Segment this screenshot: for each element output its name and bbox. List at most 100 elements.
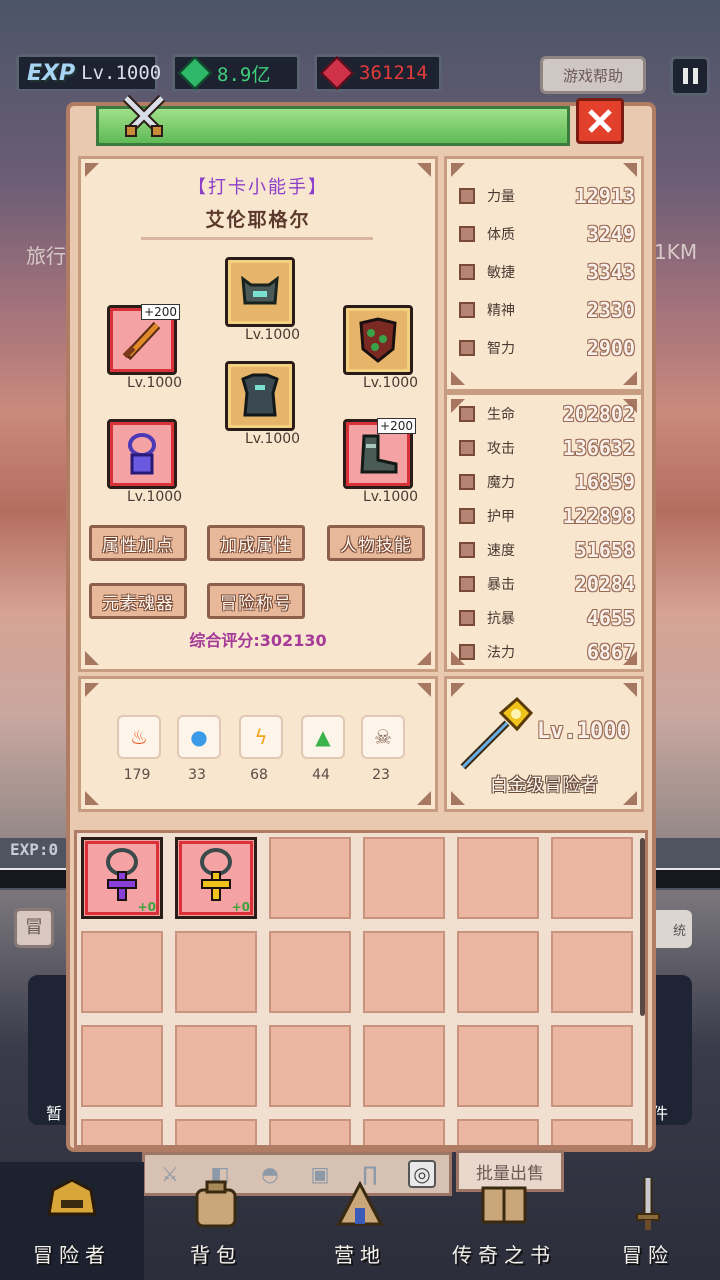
- hero-card: 【打卡小能手】 艾伦耶格尔 +200 Lv.1000 Lv.1000 Lv.10…: [78, 156, 438, 672]
- inventory-empty-slot[interactable]: [175, 931, 257, 1013]
- inventory-empty-slot[interactable]: [81, 1025, 163, 1107]
- equip-slot-shield[interactable]: [343, 305, 413, 375]
- rank-name: 白金级冒险者: [490, 775, 598, 796]
- inventory-grid: +0 +0: [74, 830, 648, 1148]
- green-currency-value: 8.9亿: [217, 63, 271, 86]
- wand-icon: [459, 474, 475, 490]
- stat-row-magic: 魔力 16859: [459, 467, 635, 497]
- stat-row-armor: 护甲 122898: [459, 501, 635, 531]
- red-gem-icon: [320, 56, 354, 90]
- side-button-left[interactable]: 冒: [14, 908, 54, 948]
- inventory-empty-slot[interactable]: [457, 1025, 539, 1107]
- necklace-level: Lv.1000: [127, 489, 183, 505]
- inventory-empty-slot[interactable]: [363, 1119, 445, 1145]
- earth-icon: ▲: [301, 715, 345, 759]
- stat-name: 攻击: [487, 441, 515, 457]
- inventory-empty-slot[interactable]: [551, 1119, 633, 1145]
- nav-adventurer[interactable]: 冒险者: [0, 1162, 144, 1280]
- helmet-level: Lv.1000: [245, 327, 301, 343]
- armor-level: Lv.1000: [245, 431, 301, 447]
- stat-name: 抗暴: [487, 611, 515, 627]
- element-soul-button[interactable]: 元素魂器: [89, 583, 187, 619]
- equip-slot-necklace[interactable]: [107, 419, 177, 489]
- stat-row-strength: 力量 12913: [459, 181, 635, 211]
- stat-row-constitution: 体质 3249: [459, 219, 635, 249]
- crit-icon: [459, 576, 475, 592]
- skull-icon: ☠: [361, 715, 405, 759]
- inventory-empty-slot[interactable]: [363, 837, 445, 919]
- inventory-scrollbar[interactable]: [640, 838, 645, 1016]
- travel-label: 旅行: [26, 244, 66, 268]
- lightning-icon: ϟ: [239, 715, 283, 759]
- side-button-right-label: 统: [672, 923, 686, 939]
- inventory-item[interactable]: +0: [81, 837, 163, 919]
- pause-button[interactable]: [670, 56, 710, 96]
- heart-icon: [459, 226, 475, 242]
- inventory-empty-slot[interactable]: [457, 931, 539, 1013]
- shield-stat-icon: [459, 508, 475, 524]
- water-icon: ●: [177, 715, 221, 759]
- character-skills-button[interactable]: 人物技能: [327, 525, 425, 561]
- stat-name: 体质: [487, 227, 515, 243]
- rank-card: Lv.1000 白金级冒险者: [444, 676, 644, 812]
- stat-value: 20284: [574, 572, 635, 596]
- inventory-empty-slot[interactable]: [551, 837, 633, 919]
- inventory-empty-slot[interactable]: [175, 1025, 257, 1107]
- inventory-empty-slot[interactable]: [269, 837, 351, 919]
- stat-name: 护甲: [487, 509, 515, 525]
- inventory-empty-slot[interactable]: [175, 1119, 257, 1145]
- inventory-empty-slot[interactable]: [551, 931, 633, 1013]
- distance-label: 1KM: [654, 240, 698, 264]
- stat-row-attack: 攻击 136632: [459, 433, 635, 463]
- inventory-empty-slot[interactable]: [551, 1025, 633, 1107]
- boots-level: Lv.1000: [363, 489, 419, 505]
- inventory-empty-slot[interactable]: [81, 1119, 163, 1145]
- item-plus-badge: +0: [137, 900, 156, 914]
- inventory-empty-slot[interactable]: [457, 837, 539, 919]
- stat-value: 6867: [586, 640, 635, 664]
- inventory-empty-slot[interactable]: [81, 931, 163, 1013]
- bonus-attributes-button[interactable]: 加成属性: [207, 525, 305, 561]
- boot-icon: [459, 542, 475, 558]
- inventory-empty-slot[interactable]: [269, 1025, 351, 1107]
- equip-slot-armor[interactable]: [225, 361, 295, 431]
- inventory-empty-slot[interactable]: [269, 931, 351, 1013]
- stat-row-intelligence: 智力 2900: [459, 333, 635, 363]
- inventory-item[interactable]: +0: [175, 837, 257, 919]
- stat-row-speed: 速度 51658: [459, 535, 635, 565]
- nav-bag[interactable]: 背包: [144, 1162, 288, 1280]
- shield-icon: [359, 317, 397, 363]
- equip-slot-weapon[interactable]: +200: [107, 304, 180, 375]
- nav-camp[interactable]: 营地: [288, 1162, 432, 1280]
- earth-value: 44: [312, 767, 330, 783]
- helmet-nav-icon: [42, 1173, 102, 1233]
- weapon-plus-badge: +200: [141, 304, 180, 320]
- inventory-empty-slot[interactable]: [269, 1119, 351, 1145]
- base-stats-card: 力量 12913 体质 3249 敏捷 3343 精神 2330 智力 2900: [444, 156, 644, 392]
- stat-name: 精神: [487, 303, 515, 319]
- crossed-swords-icon: [122, 94, 166, 137]
- stat-value: 12913: [574, 184, 635, 208]
- equip-slot-boots[interactable]: +200: [343, 418, 416, 489]
- stat-value: 3249: [586, 222, 635, 246]
- stat-value: 51658: [574, 538, 635, 562]
- exp-label: EXP:0: [10, 840, 59, 859]
- shield-level: Lv.1000: [363, 375, 419, 391]
- close-button[interactable]: [576, 98, 624, 144]
- water-value: 33: [188, 767, 206, 783]
- adventure-title-button[interactable]: 冒险称号: [207, 583, 305, 619]
- inventory-empty-slot[interactable]: [457, 1119, 539, 1145]
- stat-value: 2900: [586, 336, 635, 360]
- nav-legend-book[interactable]: 传奇之书: [432, 1162, 576, 1280]
- inventory-empty-slot[interactable]: [363, 1025, 445, 1107]
- stat-name: 暴击: [487, 577, 515, 593]
- inventory-empty-slot[interactable]: [363, 931, 445, 1013]
- red-currency-box: 361214: [314, 54, 442, 92]
- stat-name: 速度: [487, 543, 515, 559]
- boot-icon: [459, 264, 475, 280]
- nav-adventure[interactable]: 冒险: [576, 1162, 720, 1280]
- help-button[interactable]: 游戏帮助: [540, 56, 646, 94]
- attribute-points-button[interactable]: 属性加点: [89, 525, 187, 561]
- star-icon: [459, 644, 475, 660]
- equip-slot-helmet[interactable]: [225, 257, 295, 327]
